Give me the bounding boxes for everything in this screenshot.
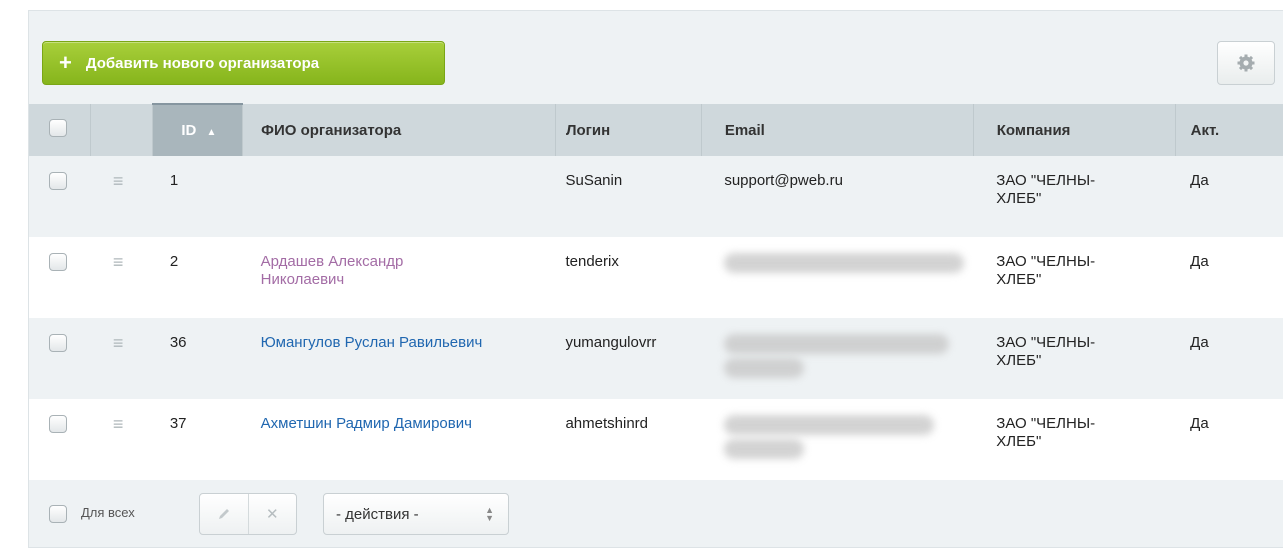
email-redacted-line2	[724, 439, 805, 459]
drag-handle-cell: ≡	[90, 399, 153, 480]
company-cell: ЗАО "ЧЕЛНЫ-ХЛЕБ"	[973, 318, 1176, 399]
column-header-id-label: ID	[181, 122, 197, 139]
login-cell: ahmetshinrd	[555, 399, 702, 480]
close-icon: ✕	[265, 506, 279, 523]
column-header-name[interactable]: ФИО организатора	[242, 104, 556, 156]
company-cell: ЗАО "ЧЕЛНЫ-ХЛЕБ"	[973, 156, 1176, 237]
email-redacted	[724, 253, 965, 273]
drag-handle-cell: ≡	[90, 237, 153, 318]
for-all-label: Для всех	[81, 505, 135, 520]
column-header-id[interactable]: ID ▲	[152, 103, 243, 156]
column-header-login-label: Логин	[565, 121, 611, 139]
drag-handle-icon[interactable]: ≡	[113, 252, 124, 272]
company-text: ЗАО "ЧЕЛНЫ-ХЛЕБ"	[996, 172, 1096, 207]
id-cell: 1	[152, 156, 243, 237]
table-row: ≡ 1 SuSanin support@pweb.ru ЗАО "ЧЕЛНЫ-Х…	[29, 156, 1283, 237]
company-cell: ЗАО "ЧЕЛНЫ-ХЛЕБ"	[973, 399, 1176, 480]
id-cell: 37	[152, 399, 243, 480]
column-header-email-label: Email	[724, 121, 765, 139]
organizer-name-link[interactable]: Ардашев Александр Николаевич	[261, 253, 404, 288]
active-cell: Да	[1175, 318, 1283, 399]
row-checkbox[interactable]	[49, 172, 67, 190]
email-cell	[701, 237, 974, 318]
name-cell: Ахметшин Радмир Дамирович	[242, 399, 556, 480]
id-cell: 36	[152, 318, 243, 399]
row-select-cell	[29, 156, 91, 237]
drag-handle-cell: ≡	[90, 318, 153, 399]
row-checkbox[interactable]	[49, 253, 67, 271]
company-text: ЗАО "ЧЕЛНЫ-ХЛЕБ"	[996, 334, 1096, 369]
plus-icon: +	[59, 50, 72, 75]
drag-handle-icon[interactable]: ≡	[113, 333, 124, 353]
email-cell: support@pweb.ru	[701, 156, 974, 237]
add-organizer-label: Добавить нового организатора	[85, 54, 320, 72]
table-row: ≡ 36 Юмангулов Руслан Равильевич yumangu…	[29, 318, 1283, 399]
email-cell	[701, 399, 974, 480]
active-cell: Да	[1175, 237, 1283, 318]
email-redacted	[724, 334, 950, 354]
organizer-name-link[interactable]: Ахметшин Радмир Дамирович	[261, 415, 472, 432]
active-cell: Да	[1175, 399, 1283, 480]
actions-select[interactable]: - действия - ▲ ▼	[323, 493, 509, 535]
column-header-company[interactable]: Компания	[972, 104, 1176, 156]
login-cell: tenderix	[555, 237, 702, 318]
delete-button[interactable]: ✕	[247, 494, 297, 534]
email-cell	[701, 318, 974, 399]
column-header-active[interactable]: Акт.	[1174, 104, 1283, 156]
email-redacted	[724, 415, 935, 435]
email-redacted-line2	[724, 358, 805, 378]
table-header-row: ID ▲ ФИО организатора Логин Email Компан…	[29, 103, 1283, 156]
gear-icon	[1237, 54, 1255, 72]
column-header-email[interactable]: Email	[700, 104, 974, 156]
drag-handle-cell: ≡	[90, 156, 153, 237]
organizers-table: ID ▲ ФИО организатора Логин Email Компан…	[29, 103, 1283, 480]
select-arrows-icon: ▲ ▼	[485, 505, 494, 523]
login-cell: yumangulovrr	[555, 318, 702, 399]
add-organizer-button[interactable]: + Добавить нового организатора	[42, 41, 445, 85]
column-header-login[interactable]: Логин	[554, 104, 702, 156]
company-text: ЗАО "ЧЕЛНЫ-ХЛЕБ"	[996, 253, 1096, 288]
apply-to-all-checkbox[interactable]	[49, 505, 67, 523]
actions-select-value: - действия -	[336, 505, 419, 523]
login-cell: SuSanin	[555, 156, 702, 237]
active-cell: Да	[1175, 156, 1283, 237]
select-all-header[interactable]	[29, 104, 91, 156]
organizers-list-panel: + Добавить нового организатора ID ▲ ФИО …	[28, 10, 1283, 548]
pencil-icon	[218, 509, 229, 519]
name-cell	[242, 156, 556, 237]
id-cell: 2	[152, 237, 243, 318]
company-cell: ЗАО "ЧЕЛНЫ-ХЛЕБ"	[973, 237, 1176, 318]
row-actions-group: ✕	[199, 493, 297, 535]
select-all-checkbox[interactable]	[49, 119, 67, 137]
group-actions-footer: Для всех ✕ - действия - ▲ ▼	[29, 481, 1283, 547]
toolbar: + Добавить нового организатора	[29, 11, 1283, 103]
drag-column-header	[90, 104, 153, 156]
row-select-cell	[29, 318, 91, 399]
column-header-company-label: Компания	[996, 121, 1071, 139]
name-cell: Ардашев Александр Николаевич	[242, 237, 556, 318]
row-checkbox[interactable]	[49, 415, 67, 433]
drag-handle-icon[interactable]: ≡	[113, 171, 124, 191]
company-text: ЗАО "ЧЕЛНЫ-ХЛЕБ"	[996, 415, 1096, 450]
sort-asc-icon: ▲	[206, 127, 217, 138]
column-header-name-label: ФИО организатора	[261, 121, 402, 139]
row-checkbox[interactable]	[49, 334, 67, 352]
table-row: ≡ 37 Ахметшин Радмир Дамирович ahmetshin…	[29, 399, 1283, 480]
drag-handle-icon[interactable]: ≡	[113, 414, 124, 434]
row-select-cell	[29, 399, 91, 480]
table-row: ≡ 2 Ардашев Александр Николаевич tenderi…	[29, 237, 1283, 318]
edit-button[interactable]	[200, 494, 248, 534]
organizer-name-link[interactable]: Юмангулов Руслан Равильевич	[261, 334, 483, 351]
name-cell: Юмангулов Руслан Равильевич	[242, 318, 556, 399]
column-header-active-label: Акт.	[1190, 121, 1220, 139]
settings-button[interactable]	[1217, 41, 1275, 85]
row-select-cell	[29, 237, 91, 318]
